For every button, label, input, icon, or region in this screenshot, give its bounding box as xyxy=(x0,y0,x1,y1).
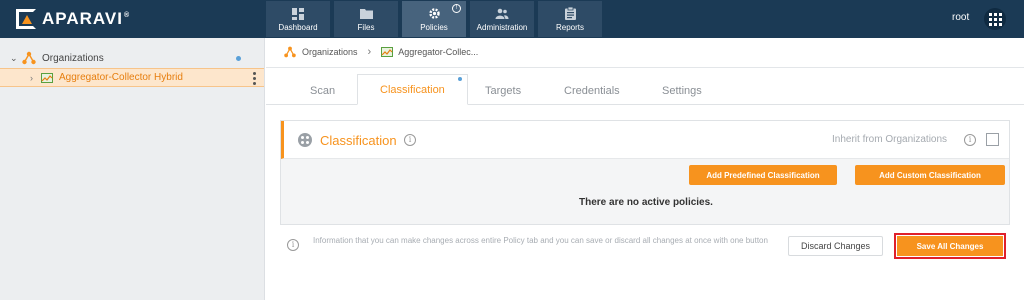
nav-label: Files xyxy=(357,22,375,32)
chevron-right-icon[interactable]: › xyxy=(30,73,33,83)
more-options-icon[interactable] xyxy=(253,72,256,85)
tab-scan[interactable]: Scan xyxy=(310,85,335,97)
nav-files[interactable]: Files xyxy=(334,1,398,37)
inherit-label: Inherit from Organizations xyxy=(832,134,948,145)
nav-policies[interactable]: Policies ! xyxy=(402,1,466,37)
nav-dashboard[interactable]: Dashboard xyxy=(266,1,330,37)
discard-changes-button[interactable]: Discard Changes xyxy=(788,236,883,256)
app-grid-icon[interactable] xyxy=(984,8,1006,30)
empty-message: There are no active policies. xyxy=(579,197,713,208)
folder-icon xyxy=(359,7,373,21)
tab-targets[interactable]: Targets xyxy=(485,85,521,97)
policy-tabs: Scan Classification Targets Credentials … xyxy=(266,74,1024,105)
classification-panel: Classification i Inherit from Organizati… xyxy=(280,120,1010,225)
panel-header: Classification i Inherit from Organizati… xyxy=(281,121,1009,159)
nav-label: Administration xyxy=(476,22,528,32)
unsaved-indicator xyxy=(457,77,462,81)
tab-classification[interactable]: Classification xyxy=(357,74,468,105)
panel-title: Classification xyxy=(320,133,397,148)
dashboard-icon xyxy=(291,7,305,21)
nav-label: Dashboard xyxy=(278,22,318,32)
palette-icon xyxy=(298,133,312,147)
user-name[interactable]: root xyxy=(952,12,969,23)
aparavi-logo-icon xyxy=(14,7,38,31)
save-all-changes-button[interactable]: Save All Changes xyxy=(897,236,1003,256)
collector-icon xyxy=(41,72,53,83)
nav-reports[interactable]: Reports xyxy=(538,1,602,37)
info-icon[interactable]: i xyxy=(404,134,416,146)
logo-text: APARAVI® xyxy=(42,9,131,28)
aparavi-logo[interactable]: APARAVI® xyxy=(14,7,130,31)
collector-icon xyxy=(381,47,394,57)
info-icon: i xyxy=(287,239,299,251)
clipboard-icon xyxy=(563,7,577,21)
nav-administration[interactable]: Administration xyxy=(470,1,534,37)
divider xyxy=(266,67,1024,68)
main-nav: Dashboard Files Policies ! Administratio… xyxy=(266,1,606,37)
status-dot xyxy=(236,56,241,61)
tree-item-organizations[interactable]: ⌄ Organizations xyxy=(10,51,104,65)
tree-item-aggregator-collector[interactable]: › Aggregator-Collector Hybrid xyxy=(0,68,264,87)
gear-icon xyxy=(427,7,441,21)
nav-label: Reports xyxy=(555,22,584,32)
footer-info-text: Information that you can make changes ac… xyxy=(313,236,768,245)
breadcrumb-organizations[interactable]: Organizations xyxy=(302,47,358,57)
top-bar: APARAVI® Dashboard Files Policies ! Admi… xyxy=(0,0,1024,38)
add-predefined-classification-button[interactable]: Add Predefined Classification xyxy=(689,165,837,185)
nav-label: Policies xyxy=(420,22,448,32)
chevron-right-icon: › xyxy=(367,46,372,58)
tree-item-label: Aggregator-Collector Hybrid xyxy=(59,72,183,83)
organization-icon xyxy=(284,46,296,58)
info-icon[interactable]: i xyxy=(964,134,976,146)
save-highlight: Save All Changes xyxy=(894,233,1006,259)
tab-settings[interactable]: Settings xyxy=(662,85,702,97)
policies-alert-badge: ! xyxy=(452,4,461,13)
breadcrumb: Organizations › Aggregator-Collec... xyxy=(284,46,478,58)
organization-icon xyxy=(22,51,36,65)
add-custom-classification-button[interactable]: Add Custom Classification xyxy=(855,165,1005,185)
breadcrumb-current: Aggregator-Collec... xyxy=(398,47,479,57)
tab-credentials[interactable]: Credentials xyxy=(564,85,620,97)
users-icon xyxy=(495,7,509,21)
chevron-down-icon[interactable]: ⌄ xyxy=(10,53,22,64)
sidebar: ⌄ Organizations › Aggregator-Collector H… xyxy=(0,38,265,300)
inherit-checkbox[interactable] xyxy=(986,133,999,146)
tab-label: Classification xyxy=(380,84,445,96)
tree-item-label: Organizations xyxy=(42,52,104,64)
